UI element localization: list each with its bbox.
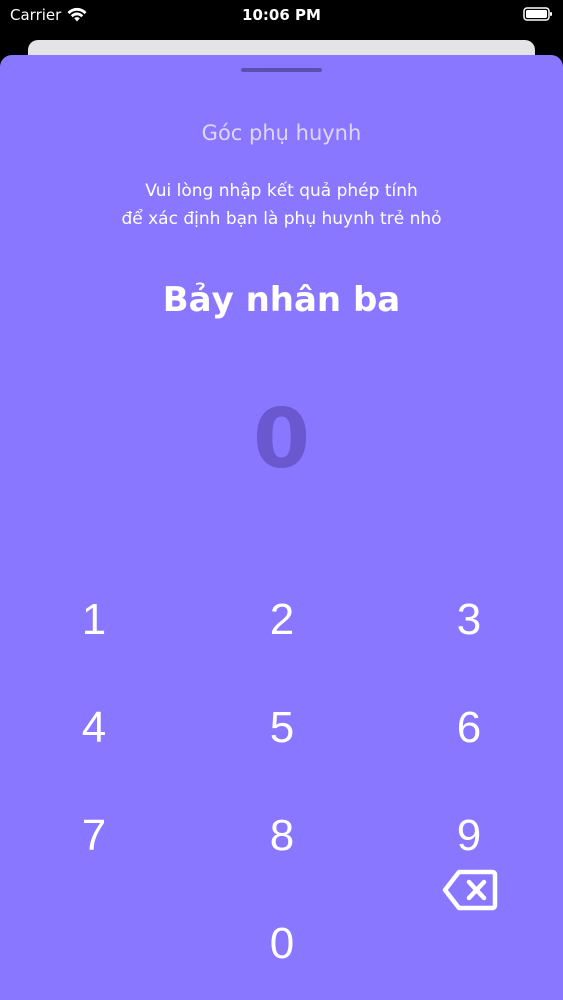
key-1[interactable]: 1 [24, 580, 164, 660]
instruction-text: Vui lòng nhập kết quả phép tính để xác đ… [40, 177, 523, 233]
math-question: Bảy nhân ba [162, 280, 401, 320]
key-0[interactable]: 0 [212, 904, 352, 984]
key-5[interactable]: 5 [212, 688, 352, 768]
key-7[interactable]: 7 [24, 796, 164, 876]
sheet-title: Góc phụ huynh [201, 121, 362, 145]
instruction-line-2: để xác định bạn là phụ huynh trẻ nhỏ [121, 209, 442, 229]
key-4[interactable]: 4 [24, 688, 164, 768]
sheet-grabber[interactable] [241, 68, 322, 72]
instruction-line-1: Vui lòng nhập kết quả phép tính [145, 181, 418, 201]
battery-icon [523, 6, 553, 26]
answer-display: 0 [252, 392, 311, 487]
key-6[interactable]: 6 [399, 688, 539, 768]
status-time: 10:06 PM [242, 6, 321, 24]
key-3[interactable]: 3 [399, 580, 539, 660]
status-bar: Carrier 10:06 PM [0, 0, 563, 32]
backspace-button[interactable] [430, 855, 510, 925]
key-8[interactable]: 8 [212, 796, 352, 876]
backspace-icon [442, 869, 498, 911]
key-2[interactable]: 2 [212, 580, 352, 660]
